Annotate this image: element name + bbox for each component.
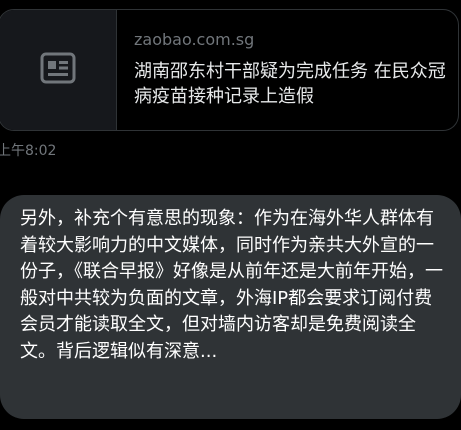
link-thumbnail: [0, 10, 117, 130]
message-text: 另外，补充个有意思的现象：作为在海外华人群体有着较大影响力的中文媒体，同时作为亲…: [20, 208, 443, 362]
link-preview-card[interactable]: zaobao.com.sg 湖南邵东村干部疑为完成任务 在民众冠病疫苗接种记录上…: [0, 9, 459, 131]
newspaper-icon: [40, 52, 76, 88]
link-text-block: zaobao.com.sg 湖南邵东村干部疑为完成任务 在民众冠病疫苗接种记录上…: [117, 10, 458, 130]
dm-conversation: zaobao.com.sg 湖南邵东村干部疑为完成任务 在民众冠病疫苗接种记录上…: [0, 0, 461, 430]
link-domain: zaobao.com.sg: [134, 30, 255, 49]
message-timestamp: 上午8:02: [0, 143, 57, 159]
message-bubble[interactable]: 另外，补充个有意思的现象：作为在海外华人群体有着较大影响力的中文媒体，同时作为亲…: [0, 195, 461, 419]
link-title: 湖南邵东村干部疑为完成任务 在民众冠病疫苗接种记录上造假: [134, 61, 446, 107]
